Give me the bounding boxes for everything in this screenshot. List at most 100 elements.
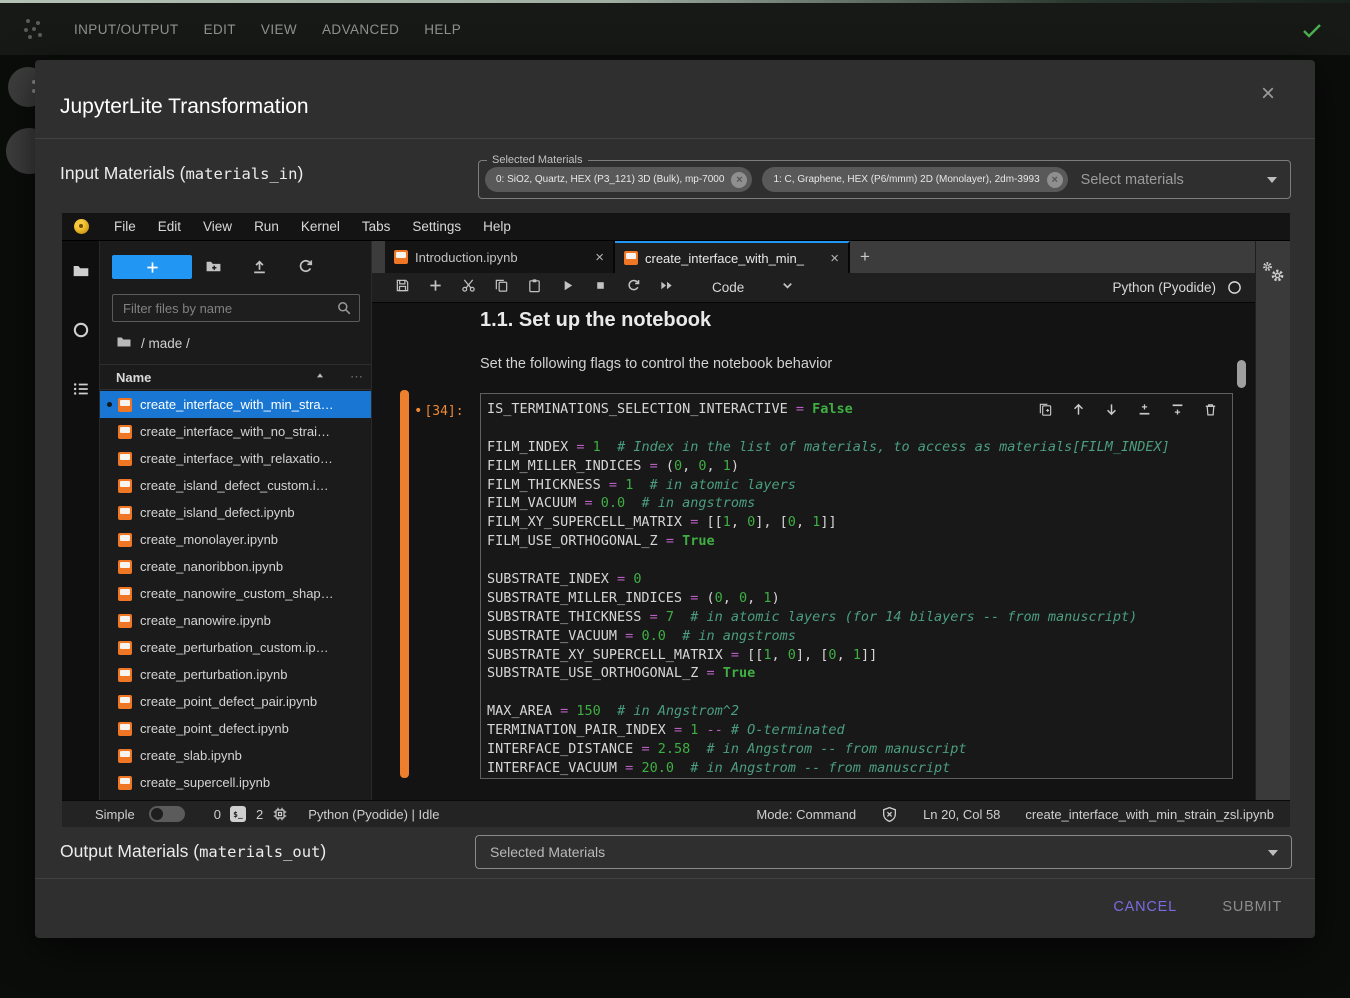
divider (35, 878, 1315, 879)
jupyter-menu-edit[interactable]: Edit (147, 219, 192, 234)
breadcrumb-path[interactable]: / made / (141, 336, 190, 351)
jupyter-menu-help[interactable]: Help (472, 219, 522, 234)
file-item[interactable]: create_interface_with_min_stra… (100, 391, 371, 418)
breadcrumb[interactable]: / made / (116, 334, 190, 353)
run-cell-icon[interactable] (560, 278, 575, 298)
home-folder-icon[interactable] (116, 334, 132, 353)
save-icon[interactable] (395, 278, 410, 298)
insert-cell-icon[interactable] (428, 278, 443, 298)
jupyter-menu-kernel[interactable]: Kernel (290, 219, 351, 234)
file-item[interactable]: create_perturbation_custom.ip… (100, 634, 371, 661)
jupyter-menu-run[interactable]: Run (243, 219, 290, 234)
jupyter-menu-view[interactable]: View (192, 219, 243, 234)
copy-cell-icon[interactable] (494, 278, 509, 298)
insert-cell-above-icon[interactable] (1137, 402, 1152, 422)
active-cell-indicator[interactable] (400, 390, 409, 778)
new-folder-icon[interactable] (205, 258, 222, 280)
tab-close-icon[interactable]: × (830, 250, 839, 267)
notebook-file-icon (118, 479, 132, 493)
output-materials-dropdown[interactable]: Selected Materials (475, 835, 1292, 869)
code-line: FILM_XY_SUPERCELL_MATRIX = [[1, 0], [0, … (487, 513, 1232, 532)
new-launcher-button[interactable] (112, 255, 192, 279)
dialog-close-icon[interactable]: × (1261, 82, 1275, 106)
file-item[interactable]: create_nanowire_custom_shap… (100, 580, 371, 607)
simple-mode-toggle[interactable] (149, 806, 185, 822)
menubar-item-edit[interactable]: EDIT (204, 22, 236, 37)
move-cell-up-icon[interactable] (1071, 402, 1086, 422)
notebook-tab[interactable]: Introduction.ipynb × (385, 241, 615, 273)
restart-kernel-icon[interactable] (626, 278, 641, 298)
notebook-file-icon (394, 250, 408, 264)
selected-materials-select[interactable]: Selected Materials 0: SiO2, Quartz, HEX … (478, 160, 1291, 199)
file-item[interactable]: create_point_defect_pair.ipynb (100, 688, 371, 715)
file-item[interactable]: create_island_defect_custom.i… (100, 472, 371, 499)
code-line: FILM_MILLER_INDICES = (0, 0, 1) (487, 457, 1232, 476)
apply-check-icon[interactable] (1300, 18, 1324, 47)
file-name: create_supercell.ipynb (140, 775, 270, 790)
running-kernels-icon[interactable] (72, 321, 90, 344)
refresh-file-list-icon[interactable] (297, 258, 314, 280)
tabs: Introduction.ipynb×create_interface_with… (385, 241, 850, 273)
code-cell-editor[interactable]: IS_TERMINATIONS_SELECTION_INTERACTIVE = … (480, 393, 1233, 779)
cursor-position[interactable]: Ln 20, Col 58 (923, 807, 1000, 822)
notebook-tab[interactable]: create_interface_with_min_× (615, 241, 850, 273)
paste-cell-icon[interactable] (527, 278, 542, 298)
remove-chip-icon[interactable]: × (1047, 172, 1063, 188)
insert-cell-below-icon[interactable] (1170, 402, 1185, 422)
delete-cell-icon[interactable] (1203, 402, 1218, 422)
duplicate-cell-icon[interactable] (1038, 402, 1053, 422)
kernel-chip-icon[interactable] (272, 806, 288, 822)
cell-type-dropdown[interactable]: Code (712, 278, 795, 298)
file-item[interactable]: create_interface_with_relaxatio… (100, 445, 371, 472)
tab-label: Introduction.ipynb (415, 250, 589, 265)
kernel-status-icon (1227, 280, 1242, 295)
menubar-item-advanced[interactable]: ADVANCED (322, 22, 399, 37)
code-line: SUBSTRATE_MILLER_INDICES = (0, 0, 1) (487, 589, 1232, 608)
file-item[interactable]: create_slab.ipynb (100, 742, 371, 769)
file-item[interactable]: create_island_defect.ipynb (100, 499, 371, 526)
file-item[interactable]: create_point_defect.ipynb (100, 715, 371, 742)
restart-run-all-icon[interactable] (659, 278, 674, 298)
sort-ascending-icon[interactable] (313, 369, 327, 386)
menubar-item-view[interactable]: VIEW (261, 22, 297, 37)
move-cell-down-icon[interactable] (1104, 402, 1119, 422)
material-chip[interactable]: 1: C, Graphene, HEX (P6/mmm) 2D (Monolay… (762, 167, 1067, 192)
remove-chip-icon[interactable]: × (731, 172, 747, 188)
kernel-status-text[interactable]: Python (Pyodide) | Idle (308, 807, 439, 822)
stop-kernel-icon[interactable] (593, 278, 608, 298)
file-list: create_interface_with_min_stra…create_in… (100, 391, 371, 796)
header-more-icon[interactable]: ⋯ (350, 369, 363, 385)
notebook-scrollbar[interactable] (1237, 360, 1246, 388)
trust-shield-icon[interactable] (881, 806, 898, 823)
file-browser-icon[interactable] (72, 262, 90, 285)
jupyter-menu-settings[interactable]: Settings (401, 219, 472, 234)
material-chip[interactable]: 0: SiO2, Quartz, HEX (P3_121) 3D (Bulk),… (485, 167, 752, 192)
tab-close-icon[interactable]: × (595, 249, 604, 266)
material-chip-label: 1: C, Graphene, HEX (P6/mmm) 2D (Monolay… (773, 174, 1039, 185)
upload-files-icon[interactable] (251, 258, 268, 280)
output-materials-label: Output Materials (materials_out) (60, 841, 326, 862)
file-item[interactable]: create_nanowire.ipynb (100, 607, 371, 634)
file-list-header[interactable]: Name ⋯ (100, 364, 371, 390)
jupyter-menu-tabs[interactable]: Tabs (351, 219, 402, 234)
terminal-icon[interactable]: $_ (230, 806, 246, 822)
menubar-item-help[interactable]: HELP (424, 22, 461, 37)
name-column-header[interactable]: Name (116, 370, 151, 385)
submit-button[interactable]: SUBMIT (1216, 898, 1288, 916)
mode-indicator[interactable]: Mode: Command (756, 807, 856, 822)
table-of-contents-icon[interactable] (72, 380, 90, 403)
kernel-selector[interactable]: Python (Pyodide) (1112, 280, 1242, 295)
new-tab-icon[interactable]: + (850, 241, 880, 273)
file-item[interactable]: create_interface_with_no_strai… (100, 418, 371, 445)
file-item[interactable]: create_supercell.ipynb (100, 769, 371, 796)
file-item[interactable]: create_perturbation.ipynb (100, 661, 371, 688)
filter-files-input[interactable] (112, 294, 360, 322)
app-logo-icon[interactable] (22, 17, 46, 41)
dropdown-caret-icon[interactable] (1267, 177, 1277, 183)
menubar-item-input-output[interactable]: INPUT/OUTPUT (74, 22, 179, 37)
cut-cell-icon[interactable] (461, 278, 476, 298)
cancel-button[interactable]: CANCEL (1107, 898, 1183, 916)
jupyter-menu-file[interactable]: File (103, 219, 147, 234)
file-item[interactable]: create_nanoribbon.ipynb (100, 553, 371, 580)
file-item[interactable]: create_monolayer.ipynb (100, 526, 371, 553)
